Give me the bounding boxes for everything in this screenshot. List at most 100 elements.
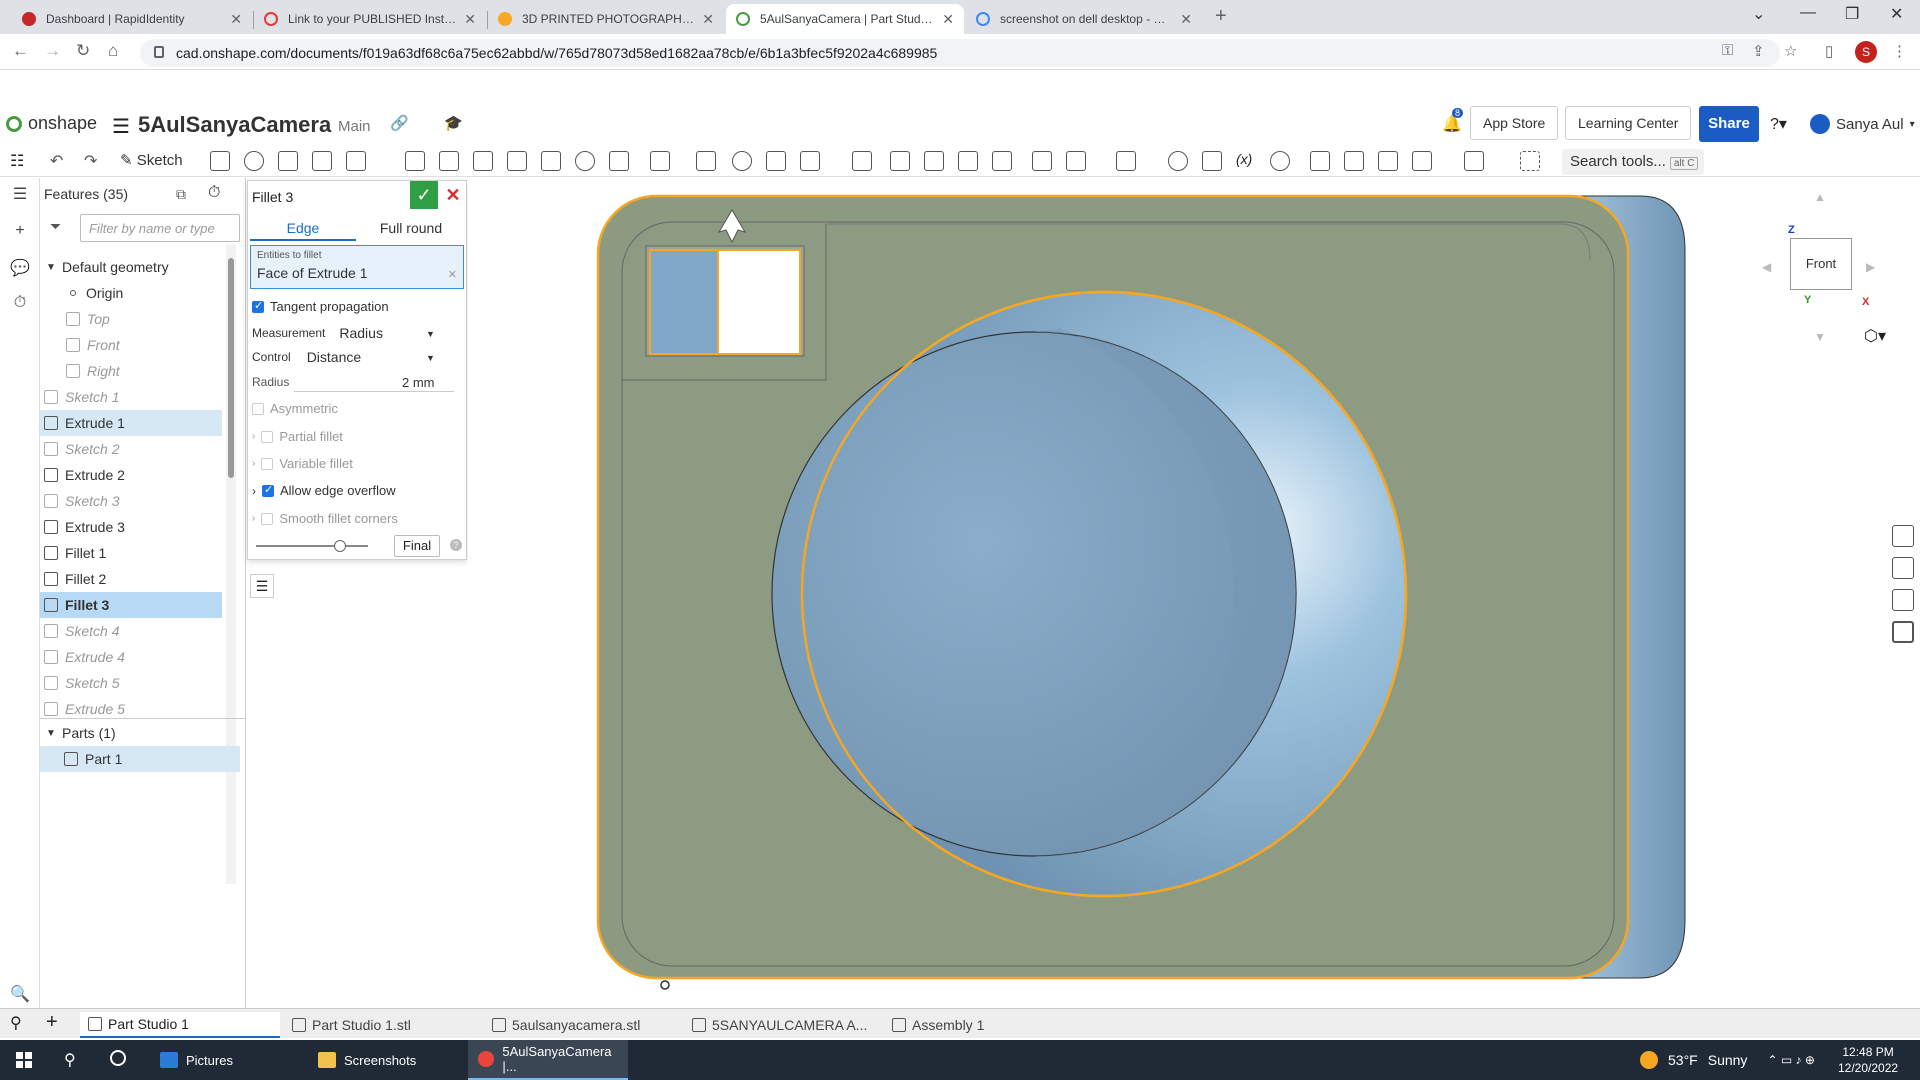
- pattern-icon[interactable]: [650, 151, 670, 171]
- surface-icon[interactable]: [1202, 151, 1222, 171]
- redo-icon[interactable]: ↷: [84, 151, 97, 171]
- rollback-timer-icon[interactable]: ⏱: [208, 184, 220, 202]
- close-tab-icon[interactable]: ✕: [1180, 11, 1192, 28]
- add-tab-plus-icon[interactable]: +: [46, 1011, 58, 1034]
- tab-5aulsanyacamera-stl[interactable]: 5aulsanyacamera.stl: [484, 1012, 680, 1038]
- feature-item-extrude-2[interactable]: Extrude 2: [40, 462, 222, 488]
- close-tab-icon[interactable]: ✕: [230, 11, 242, 28]
- search-tools-input[interactable]: Search tools... alt C: [1562, 149, 1704, 175]
- rib-icon[interactable]: [507, 151, 527, 171]
- tab-part-studio-1[interactable]: Part Studio 1: [80, 1012, 280, 1038]
- split-icon[interactable]: [766, 151, 786, 171]
- feature-item-front[interactable]: Front: [40, 332, 222, 358]
- workspace-branch[interactable]: Main: [338, 118, 371, 135]
- asymmetric-checkbox[interactable]: [252, 402, 264, 415]
- feature-filter-input[interactable]: Filter by name or type: [80, 214, 240, 242]
- tab-search-chevron-icon[interactable]: ⌄: [1752, 4, 1765, 24]
- hole-icon[interactable]: [575, 151, 595, 171]
- tab-full-round[interactable]: Full round: [358, 215, 464, 241]
- feature-item-origin[interactable]: Origin: [40, 280, 222, 306]
- rollback-slider[interactable]: [256, 540, 368, 552]
- address-bar[interactable]: cad.onshape.com/documents/f019a63df68c6a…: [140, 39, 1780, 67]
- bookmark-star-icon[interactable]: ☆: [1784, 42, 1797, 60]
- feature-list-toggle-icon[interactable]: ☷: [10, 151, 24, 171]
- new-tab-plus-icon[interactable]: +: [1215, 5, 1227, 28]
- tangent-checkbox[interactable]: [252, 299, 264, 313]
- comments-icon[interactable]: 💬: [10, 258, 30, 278]
- feature-item-extrude-4[interactable]: Extrude 4: [40, 644, 222, 670]
- tab-part-studio-stl[interactable]: Part Studio 1.stl: [284, 1012, 480, 1038]
- transform-icon[interactable]: [800, 151, 820, 171]
- viewfinder-opening[interactable]: [717, 249, 801, 355]
- add-folder-icon[interactable]: ⧉: [176, 186, 186, 203]
- asymmetric-row[interactable]: Asymmetric: [252, 401, 462, 416]
- feature-item-sketch-4[interactable]: Sketch 4: [40, 618, 222, 644]
- default-geometry-group[interactable]: ▼ Default geometry: [40, 254, 222, 280]
- curve-icon[interactable]: [1116, 151, 1136, 171]
- feature-list-scrollbar[interactable]: [226, 244, 236, 884]
- browser-tab-google-search[interactable]: screenshot on dell desktop - Goo ✕: [966, 4, 1202, 34]
- browser-tab-3d-printed[interactable]: 3D PRINTED PHOTOGRAPHER TR✕: [488, 4, 724, 34]
- part-1-item[interactable]: Part 1: [40, 746, 240, 772]
- notifications-bell-icon[interactable]: 🔔 8: [1442, 108, 1464, 134]
- add-custom-feature-icon[interactable]: [1520, 151, 1540, 171]
- close-tab-icon[interactable]: ✕: [464, 11, 476, 28]
- view-cube[interactable]: ▲ ◀ ▶ ▼ Front Z X Y: [1762, 190, 1882, 344]
- chamfer-icon[interactable]: [439, 151, 459, 171]
- close-tab-icon[interactable]: ✕: [942, 11, 954, 28]
- allow-edge-overflow-checkbox[interactable]: [262, 483, 274, 497]
- help-question-icon[interactable]: ?: [450, 539, 462, 551]
- measurement-select[interactable]: Radius: [339, 325, 383, 341]
- feature-item-top[interactable]: Top: [40, 306, 222, 332]
- rotate-left-arrow-icon[interactable]: ◀: [1762, 260, 1771, 274]
- extrude-icon[interactable]: [210, 151, 230, 171]
- feature-item-fillet-3[interactable]: Fillet 3: [40, 592, 222, 618]
- weather-text[interactable]: Sunny: [1708, 1052, 1748, 1068]
- parts-group[interactable]: ▼ Parts (1): [40, 720, 222, 746]
- tab-edge[interactable]: Edge: [250, 215, 356, 241]
- user-menu[interactable]: Sanya Aul ▾: [1810, 114, 1915, 134]
- tab-icon[interactable]: [1378, 151, 1398, 171]
- link-icon[interactable]: 🔗: [390, 114, 409, 132]
- side-panel-icon[interactable]: ▯: [1825, 42, 1833, 60]
- tangent-propagation-row[interactable]: Tangent propagation: [252, 299, 462, 314]
- boolean-icon[interactable]: [732, 151, 752, 171]
- feature-item-sketch-5[interactable]: Sketch 5: [40, 670, 222, 696]
- history-icon[interactable]: ⏱: [10, 294, 30, 314]
- forward-arrow-icon[interactable]: →: [44, 41, 61, 61]
- feature-item-sketch-1[interactable]: Sketch 1: [40, 384, 222, 410]
- home-icon[interactable]: ⌂: [108, 41, 118, 61]
- mass-properties-icon[interactable]: [1892, 589, 1914, 611]
- browser-tab-onshape-active[interactable]: 5AulSanyaCamera | Part Studio 1 ✕: [726, 4, 964, 34]
- variable-icon[interactable]: (x): [1236, 151, 1252, 167]
- feature-item-right[interactable]: Right: [40, 358, 222, 384]
- rotate-right-arrow-icon[interactable]: ▶: [1866, 260, 1875, 274]
- fillet-icon[interactable]: [405, 151, 425, 171]
- replace-face-icon[interactable]: [992, 151, 1012, 171]
- reload-icon[interactable]: ↻: [76, 41, 90, 61]
- filter-icon[interactable]: ⏷: [50, 218, 61, 235]
- feature-item-sketch-3[interactable]: Sketch 3: [40, 488, 222, 514]
- appearance-panel-icon[interactable]: [1892, 525, 1914, 547]
- flange-icon[interactable]: [1344, 151, 1364, 171]
- smooth-corners-checkbox[interactable]: [261, 512, 274, 525]
- partial-fillet-row[interactable]: › Partial fillet: [252, 429, 462, 444]
- rotate-down-arrow-icon[interactable]: ▼: [1814, 330, 1826, 344]
- document-menu-icon[interactable]: ☰: [112, 114, 130, 139]
- mate-connector-icon[interactable]: [1066, 151, 1086, 171]
- feature-item-sketch-2[interactable]: Sketch 2: [40, 436, 222, 462]
- bend-icon[interactable]: [1412, 151, 1432, 171]
- thread-icon[interactable]: [609, 151, 629, 171]
- rotate-up-arrow-icon[interactable]: ▲: [1814, 190, 1826, 204]
- viewfinder-glass[interactable]: [649, 249, 719, 355]
- draft-icon[interactable]: [473, 151, 493, 171]
- slider-knob[interactable]: [334, 540, 346, 552]
- view-options-cube-icon[interactable]: ⬡▾: [1864, 326, 1886, 346]
- sheet-metal-icon[interactable]: [1310, 151, 1330, 171]
- document-title[interactable]: 5AulSanyaCamera: [138, 112, 331, 138]
- allow-edge-overflow-row[interactable]: ›Allow edge overflow: [252, 483, 462, 499]
- sketch-button[interactable]: ✎ Sketch: [120, 151, 183, 169]
- frame-icon[interactable]: [1270, 151, 1290, 171]
- feature-tree-icon[interactable]: ☰: [10, 184, 30, 204]
- key-icon[interactable]: ⚿: [1722, 42, 1733, 59]
